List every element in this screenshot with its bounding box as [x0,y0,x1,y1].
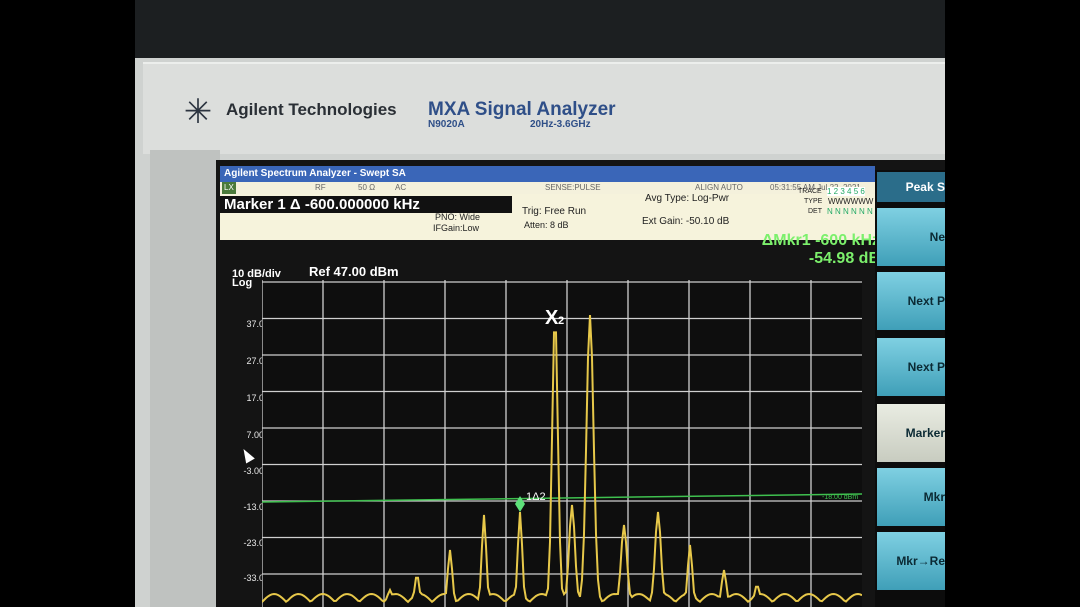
trace-1 [262,314,862,604]
brand-name: Agilent Technologies [226,100,397,119]
marker-x-subscript: 2 [558,315,564,327]
det-label: DET [808,208,822,215]
window-title: Agilent Spectrum Analyzer - Swept SA [220,166,875,182]
ext-gain-setting: Ext Gain: -50.10 dB [642,216,730,227]
y-tick-label: -33.0 [243,573,264,583]
pno-setting: PNO: Wide [435,212,481,222]
y-tick-label: 27.0 [246,356,264,366]
softkey-mkr-cf[interactable]: Mkr [877,468,945,526]
model-number: N9020A [428,119,465,130]
impedance: 50 Ω [358,183,376,192]
det-value: N N N N N N [827,207,873,216]
sense-status: SENSE:PULSE [545,183,601,192]
trace-label: TRACE [798,188,822,195]
trigger-setting: Trig: Free Run [522,206,587,217]
active-marker-readout[interactable]: Marker 1 Δ -600.000000 kHz [220,196,512,213]
rf-input: RF [315,183,326,192]
agilent-logo-icon: ✳ [183,93,213,131]
status-row: LX RF 50 Ω AC SENSE:PULSE ALIGN AUTO 05:… [220,182,885,194]
model-name: MXA Signal Analyzer [428,99,616,120]
softkey-next-peak-left[interactable]: Next P [877,338,945,396]
softkey-next-peak-right[interactable]: Next P [877,272,945,330]
instrument-top [135,0,945,58]
avg-type-setting: Avg Type: Log-Pwr [645,193,730,204]
atten-setting: Atten: 8 dB [524,220,569,230]
if-gain-setting: IFGain:Low [433,223,480,233]
coupling: AC [395,183,407,192]
softkey-peak-search[interactable]: Peak S [877,172,945,202]
display-line-label: -18.00 dBm [822,494,858,501]
softkey-mkr-ref-lvl[interactable]: Mkr→Re [877,532,945,590]
y-tick-label: -3.00 [243,466,264,476]
delta-marker-frequency: ΔMkr1 -600 kHz [761,232,880,249]
lx-indicator: LX [222,182,236,194]
reference-level: Ref 47.00 dBm [309,264,399,279]
y-tick-label: 7.00 [246,430,264,440]
delta-marker-readout: ΔMkr1 -600 kHz -54.98 dB [700,232,880,268]
softkey-next-peak[interactable]: Ne [877,208,945,266]
graticule [262,280,862,607]
delta-marker-label: 1Δ2 [526,491,546,503]
delta-marker-amplitude: -54.98 dB [808,250,880,267]
type-value: WWWWWW [828,197,874,206]
marker-x-label: X [545,307,559,329]
softkey-panel: Peak S Ne Next P Next P Marker Mkr Mkr→R… [875,170,945,607]
bezel-left-rail [150,150,220,607]
y-tick-label: -23.0 [243,538,264,548]
y-tick-label: 37.0 [246,319,264,329]
softkey-marker-delta[interactable]: Marker [877,404,945,462]
y-tick-label: -13.0 [243,502,264,512]
trace-numbers: 1 2 3 4 5 6 [827,187,865,196]
frequency-range: 20Hz-3.6GHz [530,119,591,130]
type-label: TYPE [804,198,823,205]
spectrum-plot[interactable]: -18.00 dBm X 2 1Δ2 [262,280,862,607]
y-tick-label: 17.0 [246,393,264,403]
